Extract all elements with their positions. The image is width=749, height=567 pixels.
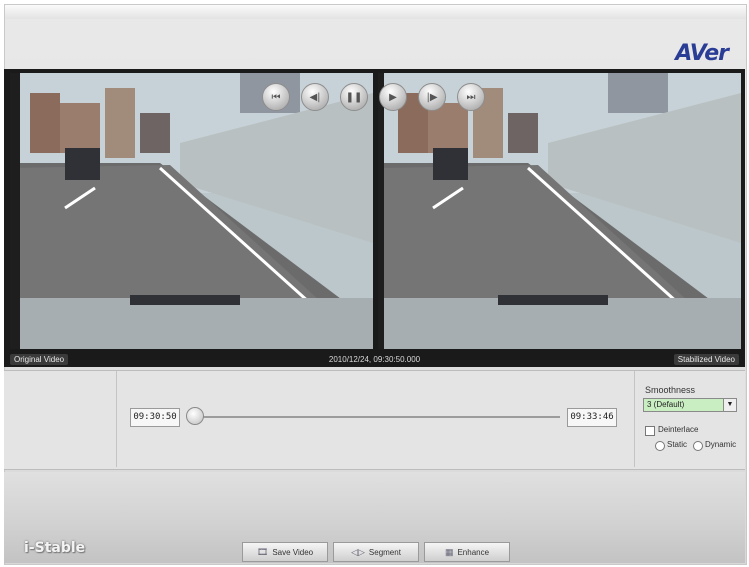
save-video-label: Save Video [272,547,314,557]
play-icon: ▶ [389,91,397,103]
enhance-button[interactable]: ▦ Enhance [424,542,510,562]
skip-to-start-button[interactable]: ⏮ [262,83,290,111]
pause-icon: ❚❚ [345,91,363,103]
step-back-icon: ◀| [309,91,321,103]
video-area: Original Video Stabilized Video 2010/12/… [4,69,745,367]
enhance-label: Enhance [457,547,490,557]
dynamic-label: Dynamic [705,440,737,449]
video-timestamp: 2010/12/24, 09:30:50.000 [328,355,421,364]
timeline-thumb[interactable] [186,407,204,425]
dynamic-radio[interactable] [693,441,703,451]
deinterlace-checkbox[interactable] [645,426,655,436]
control-left-area [4,371,117,467]
save-video-button[interactable]: 🎞 Save Video [242,542,328,562]
segment-icon: ◁▷ [351,546,365,557]
smoothness-select[interactable]: 3 (Default) ▼ [643,398,737,412]
pause-button[interactable]: ❚❚ [340,83,368,111]
skip-to-start-icon: ⏮ [271,91,281,103]
play-button[interactable]: ▶ [379,83,407,111]
end-time-field[interactable]: 09:33:46 [567,408,617,427]
timeline-track[interactable] [190,416,560,418]
static-label: Static [667,440,688,449]
aver-logo: AVer [675,41,729,66]
settings-panel: Smoothness 3 (Default) ▼ Deinterlace Sta… [634,371,746,467]
start-time-field[interactable]: 09:30:50 [130,408,180,427]
playback-controls: ⏮ ◀| ❚❚ ▶ |▶ ⏭ [262,83,486,113]
skip-to-end-icon: ⏭ [466,91,476,103]
film-icon: 🎞 [256,546,269,557]
product-name: i-Stable [24,540,86,556]
step-back-button[interactable]: ◀| [301,83,329,111]
deinterlace-label: Deinterlace [658,425,699,434]
original-video-frame [10,73,373,349]
enhance-icon: ▦ [444,546,454,557]
control-panel: 09:30:50 09:33:46 Smoothness 3 (Default)… [4,370,745,470]
static-radio[interactable] [655,441,665,451]
smoothness-value: 3 (Default) [647,400,685,409]
bottom-bar: i-Stable 🎞 Save Video ◁▷ Segment ▦ Enhan… [4,472,745,563]
segment-button[interactable]: ◁▷ Segment [333,542,419,562]
skip-to-end-button[interactable]: ⏭ [457,83,485,111]
step-forward-button[interactable]: |▶ [418,83,446,111]
step-forward-icon: |▶ [426,91,438,103]
stabilized-video-frame [378,73,741,349]
smoothness-label: Smoothness [645,385,696,395]
chevron-down-icon[interactable]: ▼ [723,399,736,411]
segment-label: Segment [368,547,401,557]
title-strip [5,5,746,19]
stabilized-video-pane [378,73,741,349]
original-video-pane [10,73,373,349]
